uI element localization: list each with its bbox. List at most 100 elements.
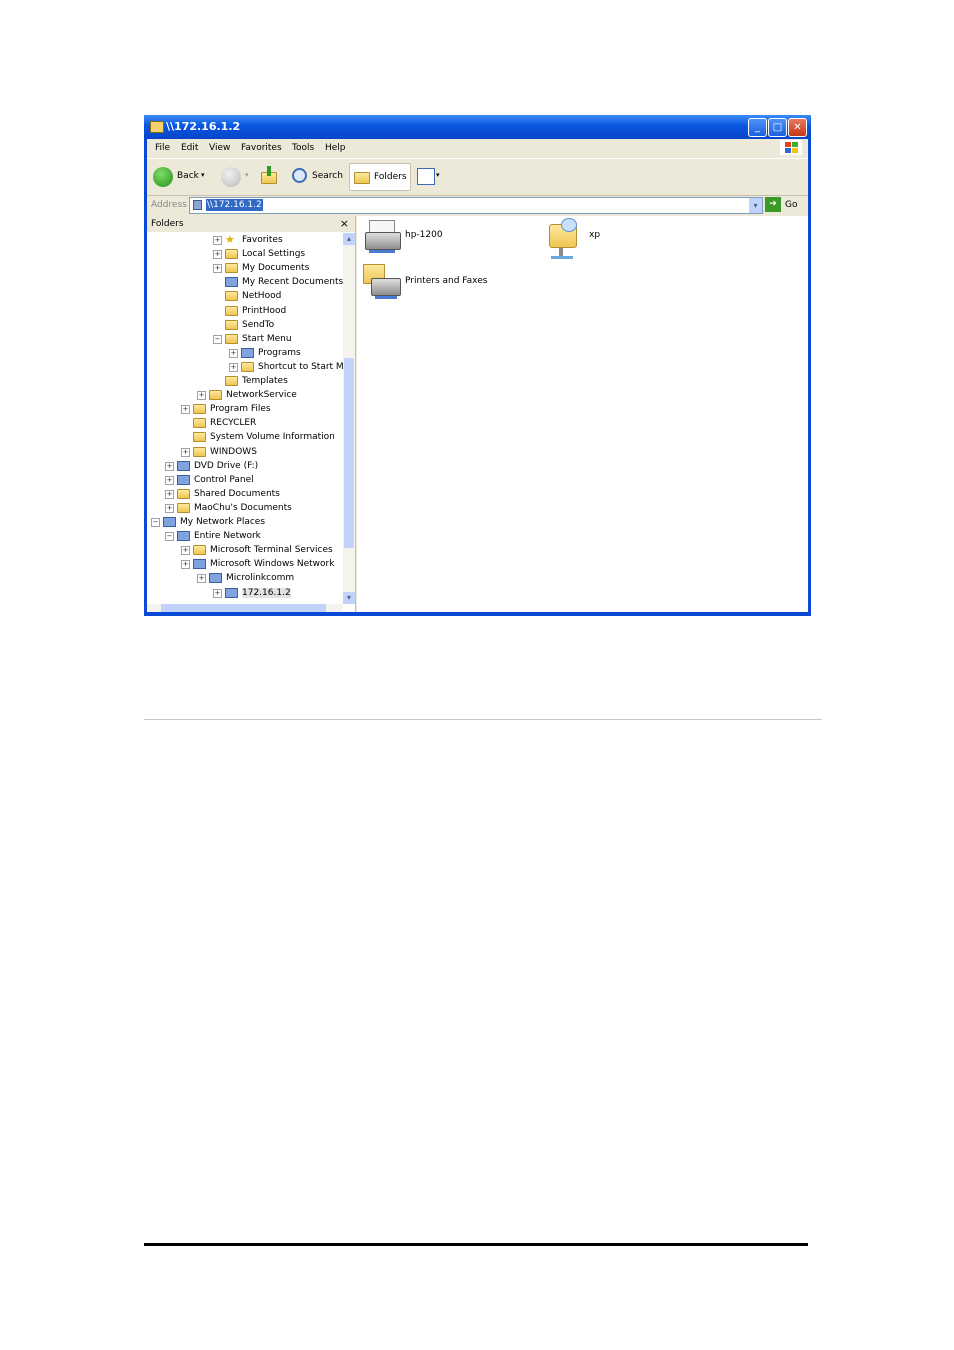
tree-expander-icon[interactable]: +: [213, 250, 222, 260]
folders-label: Folders: [374, 172, 407, 182]
tree-item-label: 172.16.1.2: [242, 587, 291, 598]
folder-icon: [177, 488, 190, 499]
recent-docs-icon: [225, 277, 238, 288]
folder-icon: [225, 333, 238, 344]
tree-item-label: MaoChu's Documents: [194, 502, 292, 513]
window-title: \\172.16.1.2: [166, 120, 241, 133]
item-label-printers-and-faxes[interactable]: Printers and Faxes: [405, 276, 487, 286]
star-icon: ★: [225, 233, 235, 246]
scroll-up-icon[interactable]: ▴: [343, 233, 355, 245]
tree-item-label: Entire Network: [194, 531, 261, 542]
folder-icon: [150, 121, 164, 133]
folder-icon: [241, 361, 254, 372]
tree-expander-icon[interactable]: +: [213, 236, 222, 245]
views-icon: [417, 168, 435, 185]
tree-item-label: Local Settings: [242, 249, 306, 260]
network-places-icon: [163, 517, 176, 527]
tree-expander-icon[interactable]: −: [165, 532, 174, 542]
back-arrow-icon: [153, 167, 173, 187]
menu-tools[interactable]: Tools: [292, 143, 314, 153]
printers-faxes-icon[interactable]: [363, 264, 403, 304]
close-icon[interactable]: ×: [340, 217, 349, 230]
up-arrow-icon: [267, 166, 271, 176]
tree-expander-icon[interactable]: +: [181, 405, 190, 415]
tree-item-label: Control Panel: [194, 474, 254, 485]
tree-expander-icon[interactable]: −: [213, 334, 222, 344]
close-button[interactable]: ✕: [788, 118, 807, 137]
tree-item-label: WINDOWS: [210, 446, 257, 457]
menu-edit[interactable]: Edit: [181, 143, 198, 153]
scroll-down-icon[interactable]: ▾: [343, 592, 355, 604]
folder-icon: [209, 390, 222, 401]
tree-expander-icon[interactable]: +: [165, 489, 174, 499]
tree-item-label: Templates: [242, 376, 288, 386]
chevron-down-icon: ▾: [436, 171, 440, 179]
menu-bar: File Edit View Favorites Tools Help: [147, 139, 808, 157]
programs-icon: [241, 347, 254, 358]
tree-expander-icon[interactable]: +: [165, 503, 174, 513]
folder-icon: [193, 404, 206, 415]
shared-folder-icon[interactable]: [547, 218, 583, 260]
tree-item-label: Microsoft Terminal Services: [210, 545, 333, 556]
forward-button[interactable]: ▾: [221, 166, 251, 188]
menu-file[interactable]: File: [155, 143, 170, 153]
go-button[interactable]: Go: [785, 200, 797, 210]
item-label-hp-1200[interactable]: hp-1200: [405, 230, 443, 240]
menu-help[interactable]: Help: [325, 143, 346, 153]
tree-expander-icon[interactable]: +: [213, 264, 222, 274]
folders-pane-title: Folders: [151, 219, 184, 229]
tree-expander-icon[interactable]: +: [229, 348, 238, 358]
menu-favorites[interactable]: Favorites: [241, 143, 282, 153]
tree-expander-icon[interactable]: +: [197, 574, 206, 584]
go-arrow-icon[interactable]: ➔: [765, 197, 781, 212]
windows-network-icon: [193, 559, 206, 570]
tree-item-label: Shortcut to Start Mer: [258, 361, 343, 372]
window-client: File Edit View Favorites Tools Help Back…: [147, 139, 808, 612]
horizontal-scrollbar[interactable]: [147, 604, 343, 612]
tree-item-label: System Volume Information: [210, 432, 335, 443]
views-button[interactable]: ▾: [415, 166, 445, 188]
vertical-scrollbar[interactable]: ▴ ▾: [343, 233, 355, 604]
folder-icon: [225, 291, 238, 302]
address-dropdown-button[interactable]: ▾: [749, 198, 762, 213]
folders-pane-header: Folders ×: [147, 216, 355, 232]
tree-expander-icon[interactable]: +: [181, 560, 190, 570]
tree-item-label: Microlinkcomm: [226, 573, 295, 584]
tree-expander-icon[interactable]: +: [165, 461, 174, 471]
maximize-button[interactable]: □: [768, 118, 787, 137]
title-bar[interactable]: \\172.16.1.2 _ □ ✕: [144, 115, 811, 139]
tree-item-label: Program Files: [210, 404, 271, 415]
divider: [144, 719, 822, 720]
search-button[interactable]: Search: [290, 166, 344, 188]
address-input[interactable]: \\172.16.1.2 ▾: [189, 197, 763, 214]
tree-expander-icon[interactable]: +: [181, 447, 190, 457]
folder-icon: [225, 249, 238, 260]
folders-icon: [354, 172, 370, 184]
tree-expander-icon[interactable]: −: [151, 518, 160, 527]
tree-expander-icon[interactable]: +: [181, 546, 190, 556]
tree-expander-icon[interactable]: +: [213, 588, 222, 598]
menu-view[interactable]: View: [209, 143, 230, 153]
back-button[interactable]: Back ▾: [153, 166, 211, 188]
item-label-xp[interactable]: xp: [589, 230, 600, 240]
folder-icon: [193, 446, 206, 457]
scroll-thumb[interactable]: [161, 604, 326, 612]
tree-expander-icon[interactable]: +: [229, 362, 238, 372]
tree-item-label: Microsoft Windows Network: [210, 559, 335, 570]
folder-icon: [193, 432, 206, 443]
tree-item-label: NetworkService: [226, 390, 297, 401]
up-folder-button[interactable]: [259, 166, 281, 188]
folder-icon: [193, 545, 206, 556]
tree-item-label: Shared Documents: [194, 488, 280, 499]
scroll-thumb[interactable]: [344, 358, 354, 548]
folder-icon: [193, 418, 206, 429]
minimize-button[interactable]: _: [748, 118, 767, 137]
printer-icon[interactable]: [363, 220, 403, 260]
tree-expander-icon[interactable]: +: [165, 475, 174, 485]
folder-icon: [177, 502, 190, 513]
chevron-down-icon: ▾: [245, 171, 249, 179]
chevron-down-icon[interactable]: ▾: [201, 171, 205, 179]
folders-button[interactable]: Folders: [349, 163, 411, 191]
tree-expander-icon[interactable]: +: [197, 391, 206, 401]
dvd-drive-icon: [177, 460, 190, 471]
